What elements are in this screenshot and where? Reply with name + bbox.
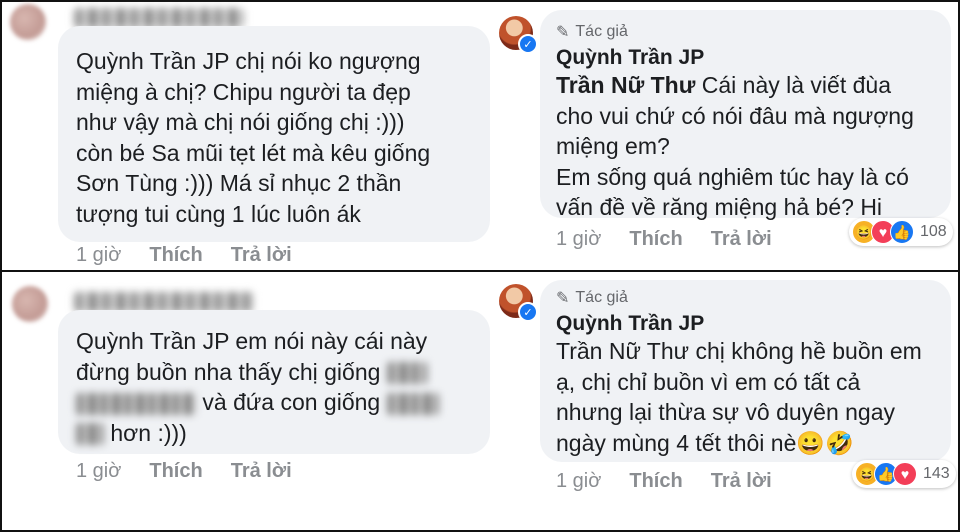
like-button[interactable]: Thích — [149, 460, 202, 483]
reply-text-body: Trần Nữ Thư chị không hề buồn em ạ, chị … — [556, 338, 922, 456]
reply-actions: 1 giờ Thích Trả lời — [556, 470, 772, 493]
like-button[interactable]: Thích — [629, 470, 682, 493]
author-tag-label: Tác giả — [575, 289, 628, 306]
reply-button[interactable]: Trả lời — [711, 228, 772, 251]
reaction-count: 108 — [920, 223, 947, 240]
commenter-name-blurred[interactable] — [74, 8, 244, 28]
check-icon: ✓ — [518, 34, 538, 54]
reply-bubble: ✎ Tác giả Quỳnh Trần JP Trần Nữ Thư chị … — [540, 280, 951, 462]
like-button[interactable]: Thích — [629, 228, 682, 251]
redacted-name — [76, 392, 196, 415]
reactions-summary[interactable]: 😆 👍 ♥ 143 — [852, 460, 956, 488]
comment-line: đừng buồn nha thấy chị giống — [76, 358, 381, 385]
comment-actions: 1 giờ Thích Trả lời — [76, 460, 292, 483]
commenter-name-blurred[interactable] — [74, 292, 254, 312]
reply-button[interactable]: Trả lời — [231, 244, 292, 267]
reply-actions: 1 giờ Thích Trả lời — [556, 228, 772, 251]
redacted-name — [386, 362, 427, 385]
comment-line: Quỳnh Trần JP em nói này cái này — [76, 328, 428, 354]
comment-bubble: Quỳnh Trần JP chị nói ko ngượng miệng à … — [58, 26, 490, 242]
comment-time[interactable]: 1 giờ — [76, 244, 121, 267]
check-icon: ✓ — [518, 302, 538, 322]
comment-time[interactable]: 1 giờ — [76, 460, 121, 483]
pencil-icon: ✎ — [556, 24, 570, 41]
reply-author-name[interactable]: Quỳnh Trần JP — [556, 46, 704, 70]
redacted-name — [386, 392, 439, 415]
author-tag-label: Tác giả — [575, 23, 628, 40]
reply-button[interactable]: Trả lời — [231, 460, 292, 483]
commenter-avatar[interactable] — [10, 4, 46, 40]
comment-line: hơn :))) — [110, 419, 187, 446]
heart-icon: ♥ — [893, 462, 917, 486]
mention-link[interactable]: Trần Nữ Thư — [556, 72, 695, 98]
comment-bubble: Quỳnh Trần JP em nói này cái này đừng bu… — [58, 310, 490, 454]
redacted-name — [76, 423, 104, 446]
reply-author-name[interactable]: Quỳnh Trần JP — [556, 312, 704, 336]
thumbs-up-icon: 👍 — [890, 220, 914, 244]
reply-time[interactable]: 1 giờ — [556, 228, 601, 251]
reply-text: Trần Nữ Thư Cái này là viết đùa cho vui … — [556, 70, 914, 223]
reactions-summary[interactable]: 😆 ♥ 👍 108 — [849, 218, 953, 246]
reply-text: Trần Nữ Thư chị không hề buồn em ạ, chị … — [556, 336, 922, 458]
commenter-avatar[interactable] — [12, 286, 48, 322]
emoji: 😀🤣 — [796, 429, 854, 456]
author-tag: ✎ Tác giả — [556, 288, 628, 308]
pencil-icon: ✎ — [556, 290, 570, 307]
reply-bubble: ✎ Tác giả Quỳnh Trần JP Trần Nữ Thư Cái … — [540, 10, 951, 220]
like-button[interactable]: Thích — [149, 244, 202, 267]
reply-button[interactable]: Trả lời — [711, 470, 772, 493]
comment-text: Quỳnh Trần JP chị nói ko ngượng miệng à … — [76, 48, 431, 227]
reaction-count: 143 — [923, 465, 950, 482]
comment-line: và đứa con giống — [202, 389, 381, 415]
reply-time[interactable]: 1 giờ — [556, 470, 601, 493]
author-tag: ✎ Tác giả — [556, 22, 628, 42]
comment-actions: 1 giờ Thích Trả lời — [76, 244, 292, 267]
comment-text: Quỳnh Trần JP em nói này cái này đừng bu… — [76, 326, 439, 448]
